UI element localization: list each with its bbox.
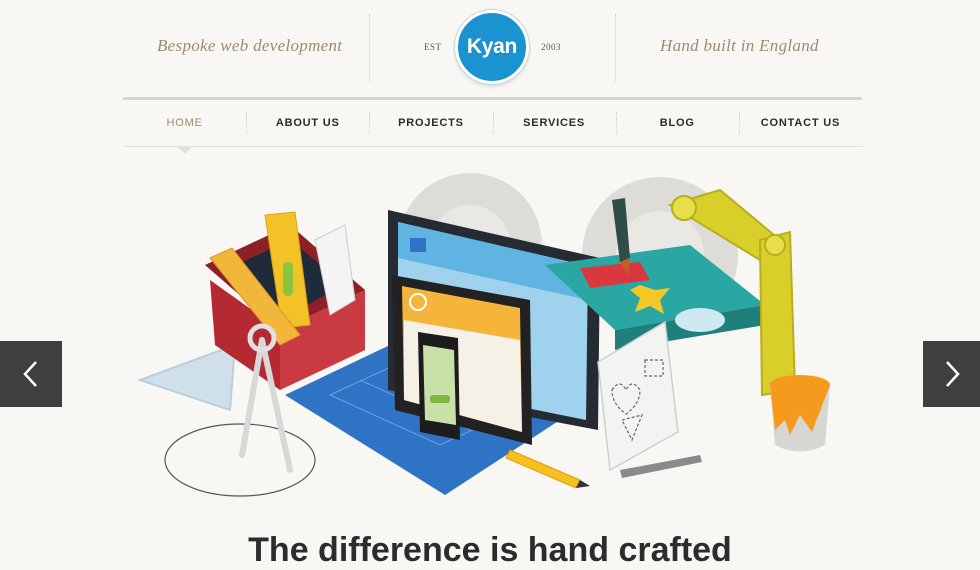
- hero-illustration: [0, 150, 980, 510]
- nav-contact-us[interactable]: CONTACT US: [738, 100, 862, 146]
- nav-about-us[interactable]: ABOUT US: [246, 100, 369, 146]
- nav-home[interactable]: HOME: [123, 100, 246, 154]
- nav-projects[interactable]: PROJECTS: [369, 100, 492, 146]
- slider-next-button[interactable]: [923, 341, 980, 407]
- tagline-right: Hand built in England: [660, 36, 819, 55]
- chevron-left-icon: [23, 361, 37, 387]
- site-header: Bespoke web development EST Kyan 2003 Ha…: [0, 0, 980, 98]
- stencil-icon: [597, 320, 679, 472]
- compass-circle: [164, 423, 316, 497]
- tagline-left: Bespoke web development: [157, 36, 343, 55]
- set-square-icon: [136, 343, 237, 412]
- est-year: 2003: [541, 42, 561, 52]
- divider: [369, 14, 370, 82]
- divider: [615, 14, 616, 82]
- est-label: EST: [424, 42, 442, 52]
- slider-prev-button[interactable]: [0, 341, 62, 407]
- paint-bucket-icon: [770, 375, 830, 452]
- pencil-icon: [505, 449, 581, 489]
- chevron-right-icon: [945, 361, 960, 387]
- nav-blog[interactable]: BLOG: [615, 100, 739, 146]
- workshop-illustration: [136, 173, 830, 497]
- kyan-logo[interactable]: Kyan: [455, 10, 529, 84]
- main-nav: HOME ABOUT US PROJECTS SERVICES BLOG CON…: [123, 97, 862, 154]
- hero-heading: The difference is hand crafted: [248, 531, 732, 569]
- nav-services[interactable]: SERVICES: [492, 100, 616, 146]
- phone-icon: [418, 332, 460, 440]
